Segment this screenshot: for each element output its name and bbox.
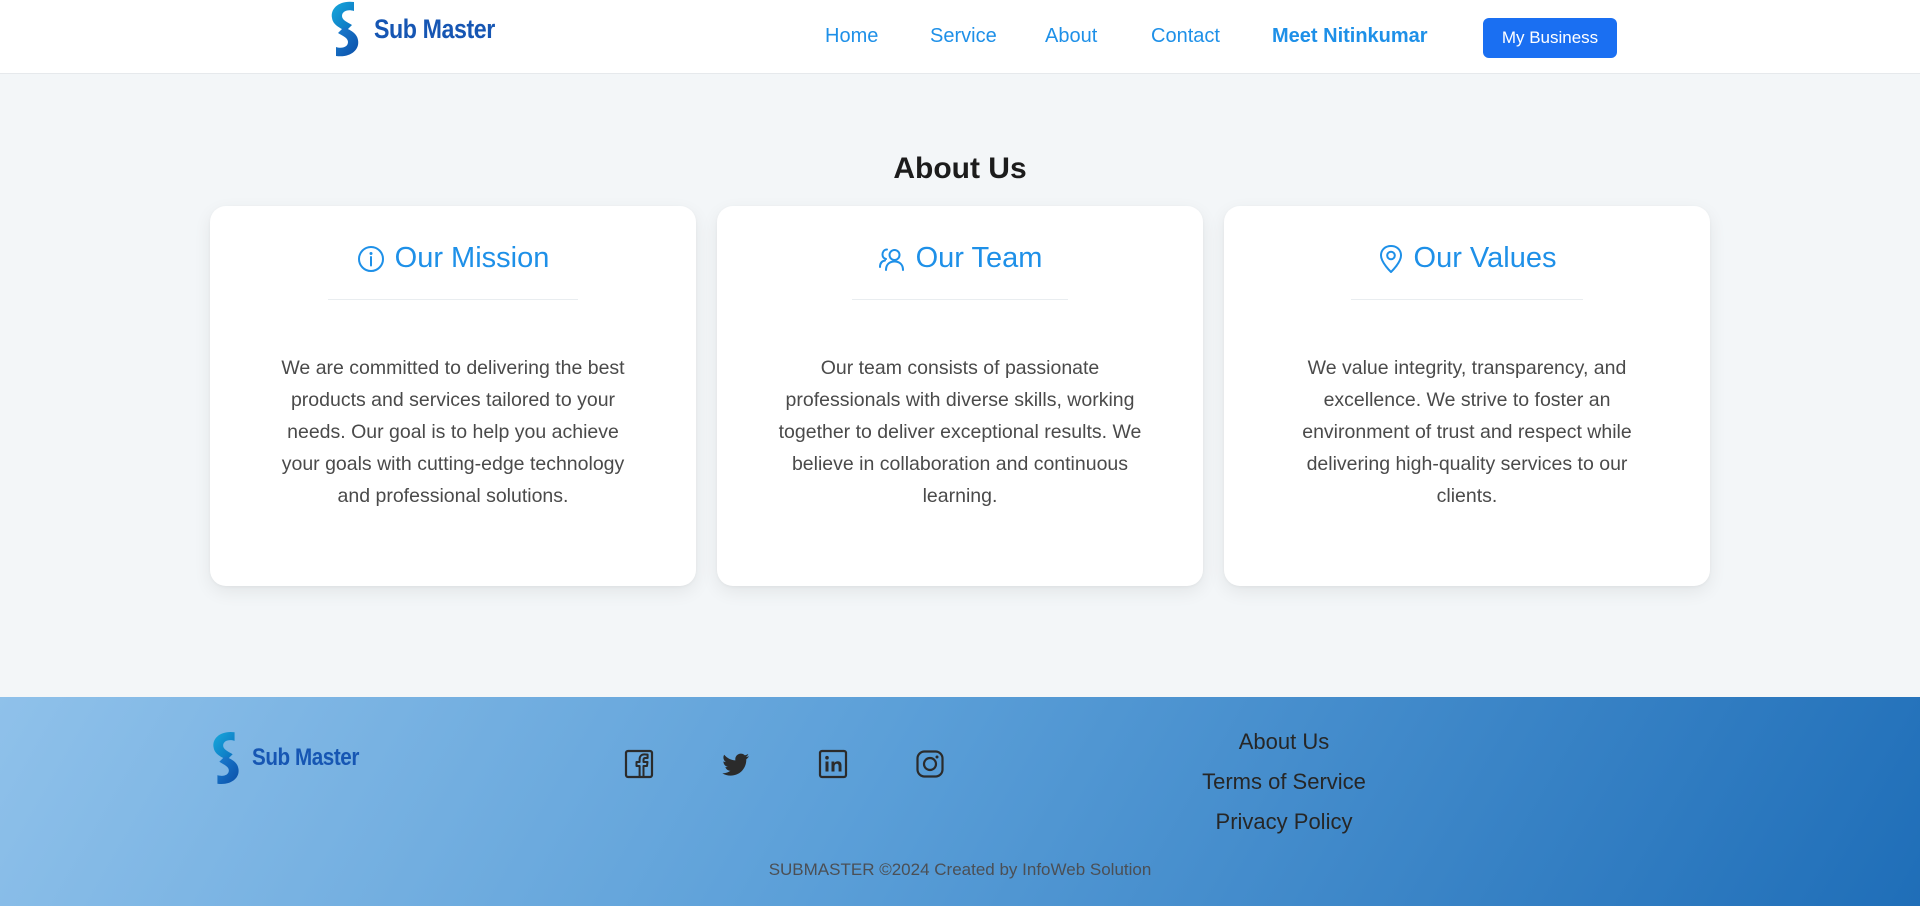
card-text: Our team consists of passionate professi… <box>778 357 1142 507</box>
card-title: Our Team <box>915 242 1043 274</box>
info-icon <box>357 245 384 272</box>
footer-logo[interactable]: Sub Master <box>206 730 376 786</box>
my-business-button[interactable]: My Business <box>1483 18 1617 58</box>
site-header: Sub Master Home Service About Contact Me… <box>0 0 1920 74</box>
twitter-icon <box>722 753 749 776</box>
nav-about-link[interactable]: About <box>1045 25 1097 48</box>
team-card: Our Team Our team consists of passionate… <box>717 206 1203 586</box>
twitter-link[interactable] <box>721 749 751 779</box>
nav-home-link[interactable]: Home <box>825 25 878 48</box>
page-title: About Us <box>893 152 1027 185</box>
nav-meet-nitinkumar-link[interactable]: Meet Nitinkumar <box>1272 25 1428 48</box>
card-header: Our Values <box>1224 242 1710 275</box>
footer-links: About Us Terms of Service Privacy Policy <box>1184 722 1384 842</box>
card-divider <box>852 299 1068 300</box>
values-card: Our Values We value integrity, transpare… <box>1224 206 1710 586</box>
card-divider <box>328 299 578 300</box>
card-header: Our Mission <box>210 242 696 275</box>
footer-about-link[interactable]: About Us <box>1184 722 1384 762</box>
nav-service-link[interactable]: Service <box>930 25 997 48</box>
linkedin-link[interactable] <box>818 749 848 779</box>
footer-terms-link[interactable]: Terms of Service <box>1184 762 1384 802</box>
footer-privacy-link[interactable]: Privacy Policy <box>1184 802 1384 842</box>
location-pin-icon <box>1379 244 1402 273</box>
card-title: Our Values <box>1413 242 1557 274</box>
card-text: We are committed to delivering the best … <box>281 357 625 507</box>
card-title: Our Mission <box>394 242 550 274</box>
logo-s-icon <box>213 731 239 785</box>
instagram-link[interactable] <box>915 749 945 779</box>
logo-text: Sub Master <box>252 744 359 771</box>
site-footer: Sub Master About Us Terms of Service Pri… <box>0 697 1920 906</box>
mission-card: Our Mission We are committed to deliveri… <box>210 206 696 586</box>
card-divider <box>1351 299 1583 300</box>
linkedin-icon <box>818 749 848 779</box>
card-header: Our Team <box>717 242 1203 275</box>
card-text: We value integrity, transparency, and ex… <box>1302 357 1632 507</box>
nav-contact-link[interactable]: Contact <box>1151 25 1220 48</box>
facebook-icon <box>624 749 654 779</box>
facebook-link[interactable] <box>624 749 654 779</box>
instagram-icon <box>916 750 944 778</box>
main-nav: Home Service About Contact Meet Nitinkum… <box>0 0 1920 74</box>
copyright-text: SUBMASTER ©2024 Created by InfoWeb Solut… <box>768 860 1152 879</box>
team-icon <box>878 248 904 271</box>
